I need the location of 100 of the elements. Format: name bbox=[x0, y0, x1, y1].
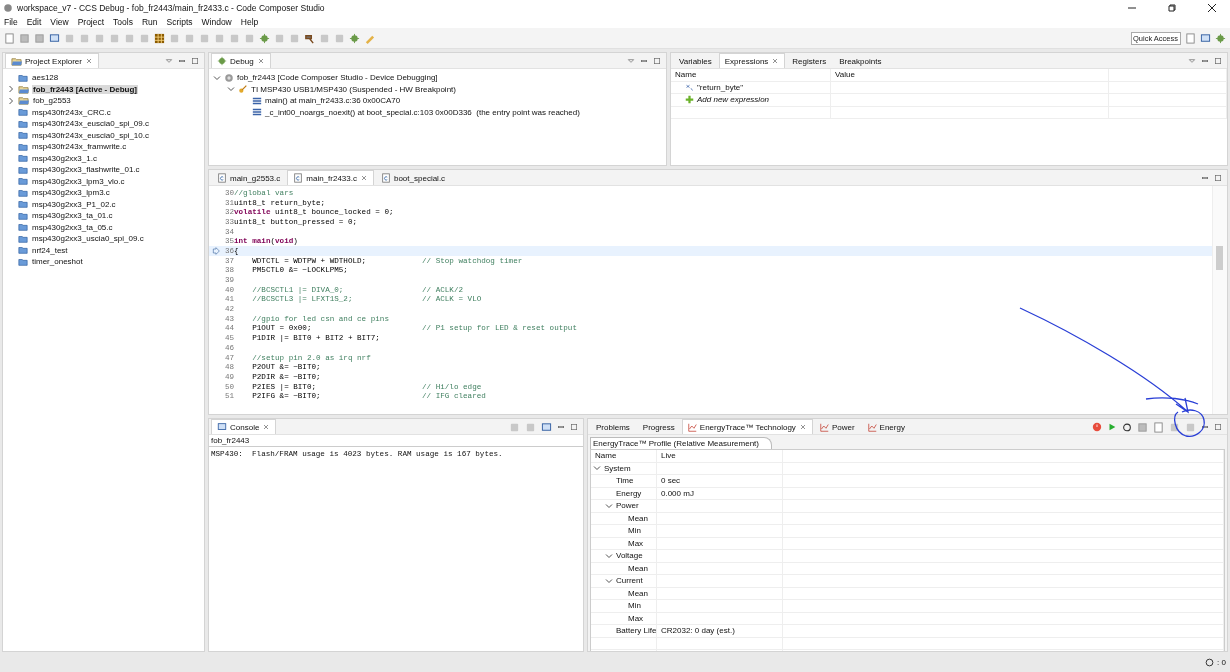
panel-tab[interactable]: EnergyTrace™ Technology bbox=[681, 419, 813, 434]
panel-tab[interactable]: Breakpoints bbox=[833, 53, 888, 68]
debug-tree-item[interactable]: fob_fr2443 [Code Composer Studio - Device Debugging] bbox=[237, 73, 438, 83]
explorer-item[interactable]: timer_oneshot bbox=[31, 257, 84, 267]
explorer-item[interactable]: msp430fr243x_euscia0_spi_09.c bbox=[31, 119, 150, 129]
explorer-item[interactable]: msp430g2xx3_ta_05.c bbox=[31, 222, 114, 232]
power-icon bbox=[1092, 422, 1102, 432]
window-title: workspace_v7 - CCS Debug - fob_fr2443/main_fr2433.c - Code Composer Studio bbox=[17, 2, 326, 13]
expanded-chevron-icon[interactable] bbox=[605, 551, 613, 560]
menu-item[interactable]: Tools bbox=[113, 16, 133, 27]
document-icon[interactable] bbox=[1185, 32, 1196, 44]
panel-tab[interactable]: Console bbox=[211, 419, 277, 434]
document-icon[interactable] bbox=[1153, 421, 1164, 433]
editor-tab[interactable]: main_fr2433.c bbox=[287, 170, 374, 185]
menu-item[interactable]: View bbox=[50, 16, 69, 27]
restore-window-icon[interactable] bbox=[1167, 2, 1177, 13]
current-line-arrow-icon bbox=[212, 246, 220, 255]
menu-item[interactable]: Edit bbox=[26, 16, 42, 27]
stack-frame-icon bbox=[252, 107, 262, 118]
explorer-item[interactable]: nrf24_test bbox=[31, 245, 69, 255]
panel-tab[interactable]: Problems bbox=[590, 419, 636, 434]
metric-label: Battery Life bbox=[616, 626, 657, 636]
close-icon bbox=[771, 57, 780, 65]
metric-label: Mean bbox=[628, 588, 648, 598]
explorer-item[interactable]: msp430fr243x_CRC.c bbox=[31, 107, 112, 117]
expanded-chevron-icon[interactable] bbox=[213, 73, 221, 82]
monitor-icon[interactable] bbox=[1200, 32, 1211, 44]
folder-icon bbox=[18, 222, 28, 233]
document-icon[interactable] bbox=[4, 32, 15, 44]
metric-label: Energy bbox=[616, 488, 642, 498]
minimize-icon bbox=[557, 423, 565, 431]
folder-icon bbox=[18, 130, 28, 141]
expression-icon bbox=[685, 82, 694, 92]
editor-tab[interactable]: boot_special.c bbox=[374, 170, 452, 185]
metric-label: Voltage bbox=[616, 551, 643, 561]
panel-tab[interactable]: Variables bbox=[673, 53, 718, 68]
explorer-item[interactable]: msp430g2xx3_1.c bbox=[31, 153, 98, 163]
hammer-icon[interactable] bbox=[304, 32, 315, 44]
stack-frame-icon bbox=[252, 95, 262, 106]
explorer-item[interactable]: msp430g2xx3_lpm3.c bbox=[31, 188, 111, 198]
minimize-icon bbox=[640, 57, 648, 65]
metric-label: Min bbox=[628, 601, 641, 611]
metric-value: 0.000 mJ bbox=[661, 488, 694, 498]
folder-icon bbox=[18, 199, 28, 210]
folder-icon bbox=[18, 118, 28, 129]
panel-tab[interactable]: Energy bbox=[861, 419, 911, 434]
plus-icon bbox=[685, 95, 694, 105]
folder-icon bbox=[18, 153, 28, 164]
debug-tree-item[interactable]: main() at main_fr2433.c:36 0x00CA70 bbox=[265, 96, 401, 106]
explorer-item[interactable]: msp430g2xx3_flashwrite_01.c bbox=[31, 165, 141, 175]
explorer-item[interactable]: msp430g2xx3_ta_01.c bbox=[31, 211, 114, 221]
menu-item[interactable]: Project bbox=[77, 16, 105, 27]
explorer-item[interactable]: msp430g2xx3_P1_02.c bbox=[31, 199, 117, 209]
vertical-scrollbar[interactable] bbox=[1212, 186, 1227, 414]
folder-icon bbox=[18, 164, 28, 175]
monitor-icon[interactable] bbox=[541, 421, 552, 433]
maximize-icon bbox=[570, 423, 578, 431]
panel-tab[interactable]: Registers bbox=[786, 53, 833, 68]
minimize-icon bbox=[1201, 57, 1209, 65]
grid-icon[interactable] bbox=[154, 32, 165, 44]
explorer-item[interactable]: msp430fr243x_euscia0_spi_10.c bbox=[31, 130, 150, 140]
metric-label: Mean bbox=[628, 513, 648, 523]
monitor-icon[interactable] bbox=[49, 32, 60, 44]
debug-tree-item[interactable]: _c_int00_noargs_noexit() at boot_special.c:103 0x00D336 (the entry point was reached) bbox=[265, 107, 580, 117]
expanded-chevron-icon[interactable] bbox=[593, 464, 601, 473]
chart-icon bbox=[867, 422, 877, 432]
explorer-item[interactable]: msp430g2xx3_uscia0_spi_09.c bbox=[31, 234, 145, 244]
panel-tab[interactable]: Expressions bbox=[718, 53, 786, 68]
panel-tab[interactable]: Power bbox=[813, 419, 861, 434]
metric-label: Max bbox=[628, 613, 644, 623]
minimize-icon bbox=[1201, 174, 1209, 182]
folder-icon bbox=[18, 187, 28, 198]
explorer-item[interactable]: msp430g2xx3_lpm3_vlo.c bbox=[31, 176, 126, 186]
close-window-icon[interactable] bbox=[1207, 2, 1217, 13]
menu-item[interactable]: Help bbox=[240, 16, 259, 27]
profile-tab[interactable]: EnergyTrace™ Profile (Relative Measurement) bbox=[590, 437, 772, 449]
chip-icon bbox=[224, 72, 234, 83]
editor-tab[interactable]: main_g2553.c bbox=[211, 170, 287, 185]
explorer-item[interactable]: fob_g2553 bbox=[32, 96, 72, 106]
explorer-item[interactable]: msp430fr243x_framwrite.c bbox=[31, 142, 128, 152]
expanded-chevron-icon[interactable] bbox=[605, 501, 613, 510]
explorer-item[interactable]: fob_fr2443 [Active - Debug] bbox=[32, 84, 139, 94]
expanded-chevron-icon[interactable] bbox=[227, 85, 235, 94]
debug-tree-item[interactable]: TI MSP430 USB1/MSP430 (Suspended - HW Breakpoint) bbox=[251, 84, 456, 94]
metric-value: 0 sec bbox=[661, 476, 681, 486]
add-expression-item[interactable]: Add new expression bbox=[671, 94, 831, 107]
explorer-item[interactable]: aes128 bbox=[31, 73, 60, 83]
menu-item[interactable]: Run bbox=[141, 16, 158, 27]
metric-value: CR2032: 0 day (est.) bbox=[661, 626, 735, 636]
menu-item[interactable]: File bbox=[4, 16, 18, 27]
view-menu-icon bbox=[627, 57, 635, 65]
menu-item[interactable]: Window bbox=[201, 16, 232, 27]
expression-name[interactable]: "return_byte" bbox=[671, 81, 831, 94]
open-folder-icon bbox=[18, 95, 29, 107]
expanded-chevron-icon[interactable] bbox=[605, 576, 613, 585]
app-icon bbox=[3, 2, 13, 13]
menu-item[interactable]: Scripts bbox=[166, 16, 193, 27]
panel-tab[interactable]: Debug bbox=[211, 53, 271, 68]
panel-tab[interactable]: Project Explorer bbox=[5, 53, 99, 68]
panel-tab[interactable]: Progress bbox=[636, 419, 681, 434]
